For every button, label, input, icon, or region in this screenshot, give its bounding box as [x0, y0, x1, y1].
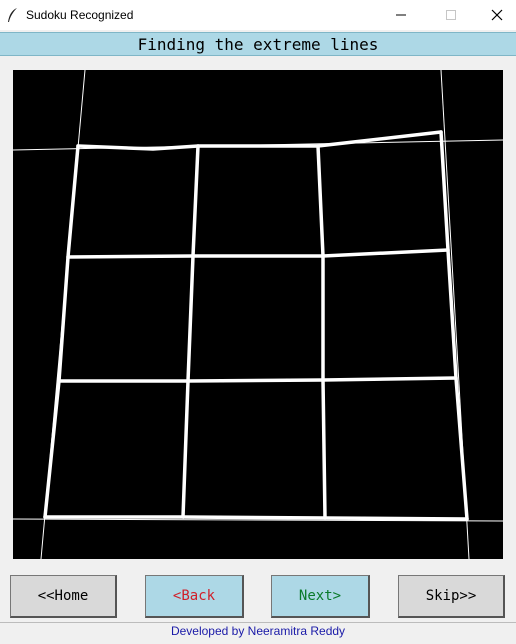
footer-divider [0, 622, 516, 623]
feather-icon [8, 8, 17, 22]
window-title: Sudoku Recognized [26, 8, 134, 22]
back-button[interactable]: <Back [145, 575, 244, 618]
minimize-icon[interactable] [378, 0, 424, 30]
close-icon[interactable] [474, 0, 516, 30]
grid-image [13, 70, 503, 559]
maximize-icon[interactable] [428, 0, 474, 30]
footer-credit: Developed by Neeramitra Reddy [170, 624, 346, 638]
next-button[interactable]: Next> [271, 575, 370, 618]
page-heading: Finding the extreme lines [0, 32, 516, 56]
extreme-lines-image [13, 70, 503, 559]
title-bar: Sudoku Recognized [0, 0, 516, 30]
home-button[interactable]: <<Home [10, 575, 117, 618]
skip-button[interactable]: Skip>> [398, 575, 505, 618]
